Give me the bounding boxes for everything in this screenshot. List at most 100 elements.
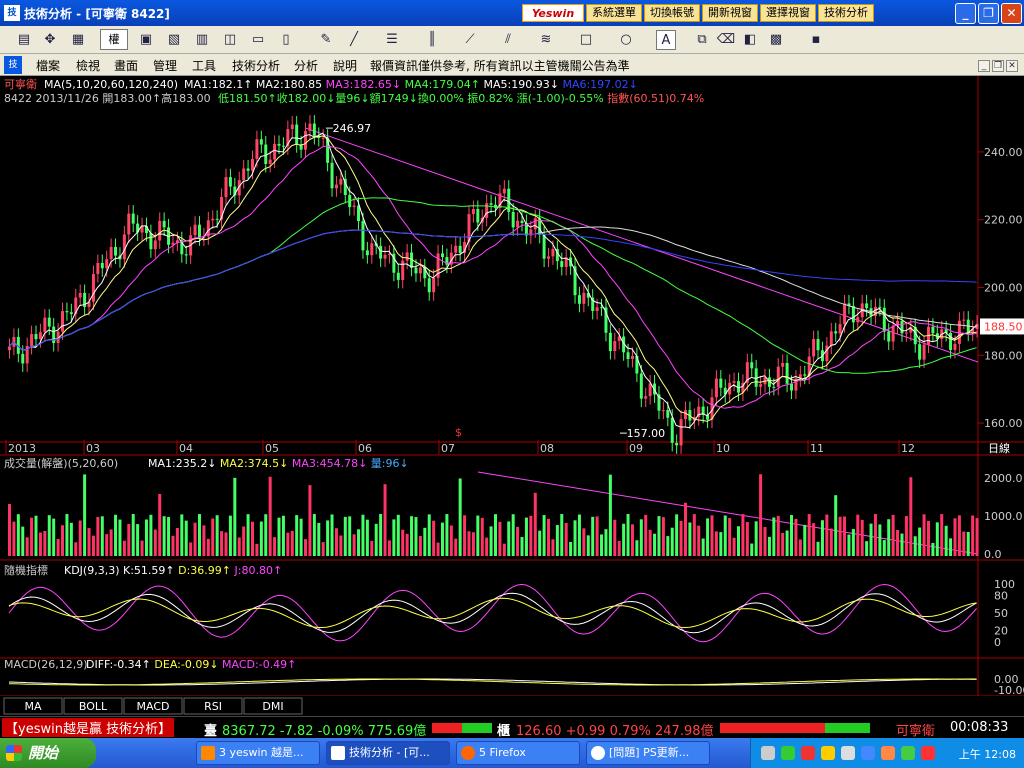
volume-bar [418, 535, 422, 556]
task-firefox[interactable]: 5 Firefox [456, 741, 580, 765]
tray-app-icon[interactable] [781, 746, 795, 760]
volume-bar [339, 535, 343, 556]
restore-button[interactable]: ❐ [978, 3, 999, 24]
select-window-button[interactable]: 選擇視窗 [760, 4, 816, 22]
eraser-icon[interactable]: ⌫ [716, 30, 736, 50]
new-window-button[interactable]: 開新視窗 [702, 4, 758, 22]
volume-icon[interactable] [821, 746, 835, 760]
volume-bar [750, 543, 754, 556]
update-icon[interactable] [861, 746, 875, 760]
low-annotation: ─157.00 [619, 427, 665, 440]
ma-value-legend-item: MA4:179.04↑ [401, 78, 480, 91]
volume-bar [334, 528, 338, 556]
close-button[interactable]: ✕ [1001, 3, 1022, 24]
volume-bar [569, 541, 573, 556]
task-yeswin[interactable]: 3 yeswin 越是... [196, 741, 320, 765]
window-icon[interactable]: ▭ [248, 30, 268, 50]
task-technical-analysis[interactable]: 技術分析 - [可... [326, 741, 450, 765]
volume-bar [268, 476, 272, 556]
switch-account-button[interactable]: 切換帳號 [644, 4, 700, 22]
antivirus-icon[interactable] [921, 746, 935, 760]
indicator-icon[interactable]: ▣ [136, 30, 156, 50]
parallel-icon[interactable]: ≋ [536, 30, 556, 50]
technical-analysis-button[interactable]: 技術分析 [818, 4, 874, 22]
copy-icon[interactable]: ⧉ [692, 30, 712, 50]
minimize-button[interactable]: _ [955, 3, 976, 24]
volume-bar [392, 519, 396, 556]
system-menu-button[interactable]: 系統選單 [586, 4, 642, 22]
month-label: 2013 [8, 442, 36, 455]
print-icon[interactable]: ▯ [276, 30, 296, 50]
kline-icon[interactable]: ▥ [192, 30, 212, 50]
ma-legend: MA(5,10,20,60,120,240) [44, 78, 178, 91]
menu-manage[interactable]: 管理 [153, 57, 177, 74]
volume-bar [379, 514, 383, 556]
start-button[interactable]: 開始 [0, 738, 96, 768]
candle-body [838, 324, 842, 334]
volume-bar [737, 526, 740, 556]
save-icon[interactable]: ▪ [806, 30, 826, 50]
volume-bar [710, 515, 714, 556]
mdi-restore-icon[interactable]: ❐ [992, 60, 1004, 72]
vline-icon[interactable]: ║ [422, 30, 442, 50]
candle-body [533, 218, 537, 230]
mdi-close-icon[interactable]: ✕ [1006, 60, 1018, 72]
volume-bar [706, 518, 710, 556]
menu-help[interactable]: 說明 [333, 57, 357, 74]
network-icon[interactable] [761, 746, 775, 760]
chart-app-icon: 技 [4, 5, 20, 21]
menu-screen[interactable]: 畫面 [114, 57, 138, 74]
draw-icon[interactable]: ✎ [316, 30, 336, 50]
grid-icon[interactable]: ▦ [68, 30, 88, 50]
text-icon[interactable]: A [656, 30, 676, 50]
chart-area[interactable]: 240.00220.00200.00180.00160.002013 03 04 05… [0, 76, 1024, 716]
volume-bar [763, 527, 767, 556]
channel-icon[interactable]: ⫽ [498, 30, 518, 50]
trendline-icon[interactable]: ╱ [344, 30, 364, 50]
menu-technical-analysis[interactable]: 技術分析 [232, 57, 280, 74]
layout-icon[interactable]: ▤ [14, 30, 34, 50]
shield-icon[interactable] [901, 746, 915, 760]
color-icon[interactable]: ◧ [740, 30, 760, 50]
move-icon[interactable]: ✥ [40, 30, 60, 50]
stock-label: 可寧衛 [896, 724, 936, 739]
volume-bar [869, 523, 873, 556]
ime-icon[interactable] [841, 746, 855, 760]
compare-icon[interactable]: ▧ [164, 30, 184, 50]
volume-bar [949, 538, 953, 556]
candle-body [547, 256, 551, 259]
menu-file[interactable]: 檔案 [36, 57, 60, 74]
mdi-minimize-icon[interactable]: _ [978, 60, 990, 72]
volume-bar [317, 522, 321, 556]
volume-bar [891, 514, 895, 556]
volume-bar [882, 540, 886, 556]
menu-tools[interactable]: 工具 [192, 57, 216, 74]
candle-body [149, 233, 153, 250]
volume-bar [259, 521, 263, 556]
security-icon[interactable] [801, 746, 815, 760]
candle-body [812, 339, 816, 357]
volume-bar [639, 519, 643, 556]
menu-analysis[interactable]: 分析 [294, 57, 318, 74]
hline-icon[interactable]: ☰ [382, 30, 402, 50]
ellipse-icon[interactable]: ○ [616, 30, 636, 50]
volume-bar [485, 537, 489, 556]
candle-body [131, 213, 135, 224]
volume-bar [463, 515, 467, 556]
task-forum[interactable]: [問題] PS更新... [586, 741, 710, 765]
volume-bar [30, 517, 34, 556]
month-label: 10 [716, 442, 730, 455]
volume-bar [630, 524, 634, 556]
rectangle-icon[interactable]: □ [576, 30, 596, 50]
alert-icon[interactable] [881, 746, 895, 760]
volume-bar [626, 514, 630, 556]
volume-bar [454, 538, 458, 556]
candle-body [785, 362, 789, 384]
otc-value: 126.60 +0.99 0.79% 247.98億 [516, 724, 714, 739]
palette-icon[interactable]: ▩ [766, 30, 786, 50]
menu-view[interactable]: 檢視 [76, 57, 100, 74]
mdi-chart-icon[interactable]: 技 [4, 56, 22, 74]
line-chart-icon[interactable]: ◫ [220, 30, 240, 50]
fan-icon[interactable]: ⟋ [460, 30, 480, 50]
period-select[interactable]: 權 [100, 29, 128, 50]
